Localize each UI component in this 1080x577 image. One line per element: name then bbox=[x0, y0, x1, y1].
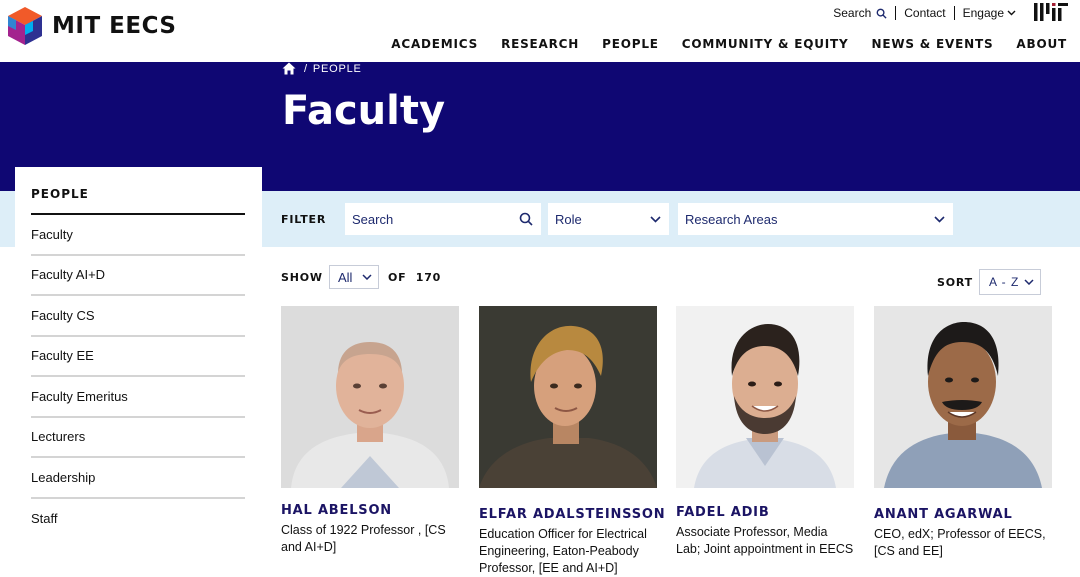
faculty-photo[interactable] bbox=[479, 306, 657, 488]
research-areas-select[interactable]: Research Areas bbox=[678, 203, 953, 235]
sidebar-item-faculty-ai-d[interactable]: Faculty AI+D bbox=[31, 256, 245, 296]
total-count: 170 bbox=[415, 271, 442, 284]
sort-label: SORT bbox=[937, 276, 973, 289]
nav-research[interactable]: RESEARCH bbox=[501, 37, 579, 51]
search-input[interactable]: Search bbox=[345, 203, 541, 235]
home-icon[interactable] bbox=[282, 62, 296, 75]
mit-eecs-logo[interactable]: MIT EECS bbox=[6, 6, 176, 46]
faculty-card: ANANT AGARWAL CEO, edX; Professor of EEC… bbox=[874, 306, 1052, 560]
faculty-title: CEO, edX; Professor of EECS, [CS and EE] bbox=[874, 527, 1046, 558]
breadcrumb-current[interactable]: PEOPLE bbox=[313, 63, 362, 75]
utility-contact-label: Contact bbox=[904, 6, 946, 20]
of-label: OF bbox=[388, 271, 407, 284]
sidebar-item-staff[interactable]: Staff bbox=[31, 499, 245, 540]
utility-engage-label: Engage bbox=[962, 6, 1004, 20]
show-count-select[interactable]: All bbox=[329, 265, 379, 289]
mit-logo-icon bbox=[1034, 2, 1068, 21]
search-icon[interactable] bbox=[519, 212, 533, 226]
chevron-down-icon bbox=[1007, 10, 1016, 16]
sidebar-item-faculty-cs[interactable]: Faculty CS bbox=[31, 296, 245, 337]
mit-logo[interactable] bbox=[1034, 2, 1068, 24]
sidebar-item-faculty-ee[interactable]: Faculty EE bbox=[31, 337, 245, 377]
role-select-label: Role bbox=[555, 211, 582, 227]
faculty-photo[interactable] bbox=[676, 306, 854, 488]
nav-academics[interactable]: ACADEMICS bbox=[391, 37, 478, 51]
utility-contact[interactable]: Contact bbox=[896, 6, 953, 20]
sidebar-item-leadership[interactable]: Leadership bbox=[31, 458, 245, 499]
utility-engage[interactable]: Engage bbox=[955, 6, 1024, 20]
sort-value: A - Z bbox=[989, 275, 1020, 289]
logo-text: MIT EECS bbox=[52, 13, 177, 39]
breadcrumb-separator: / bbox=[304, 62, 308, 75]
faculty-title: Class of 1922 Professor , [CS and AI+D] bbox=[281, 523, 446, 554]
sidebar-item-faculty[interactable]: Faculty bbox=[31, 215, 245, 256]
chevron-down-icon bbox=[650, 215, 661, 223]
faculty-card: ELFAR ADALSTEINSSON Education Officer fo… bbox=[479, 306, 665, 577]
sidebar-heading: PEOPLE bbox=[31, 187, 89, 201]
show-count-value: All bbox=[338, 269, 353, 285]
faculty-photo[interactable] bbox=[281, 306, 459, 488]
chevron-down-icon bbox=[1024, 279, 1034, 285]
nav-news-events[interactable]: NEWS & EVENTS bbox=[872, 37, 994, 51]
utility-search[interactable]: Search bbox=[825, 6, 895, 20]
utility-nav: Search Contact Engage bbox=[825, 2, 1080, 24]
nav-people[interactable]: PEOPLE bbox=[602, 37, 659, 51]
people-sidebar: PEOPLE Faculty Faculty AI+D Faculty CS F… bbox=[15, 167, 262, 577]
utility-search-label: Search bbox=[833, 6, 872, 20]
chevron-down-icon bbox=[934, 215, 945, 223]
search-placeholder: Search bbox=[352, 211, 394, 227]
faculty-name[interactable]: HAL ABELSON bbox=[281, 503, 459, 518]
show-label: SHOW bbox=[281, 271, 323, 284]
research-areas-label: Research Areas bbox=[685, 211, 778, 227]
site-header: MIT EECS Search Contact Engage ACADEMICS… bbox=[0, 0, 1080, 62]
chevron-down-icon bbox=[362, 274, 372, 280]
faculty-card: HAL ABELSON Class of 1922 Professor , [C… bbox=[281, 306, 459, 556]
nav-community-equity[interactable]: COMMUNITY & EQUITY bbox=[682, 37, 849, 51]
faculty-name[interactable]: ELFAR ADALSTEINSSON bbox=[479, 507, 665, 522]
breadcrumb: / PEOPLE bbox=[282, 62, 362, 75]
role-select[interactable]: Role bbox=[548, 203, 669, 235]
sidebar-item-lecturers[interactable]: Lecturers bbox=[31, 418, 245, 458]
faculty-title: Associate Professor, Media Lab; Joint ap… bbox=[676, 525, 854, 556]
faculty-title: Education Officer for Electrical Enginee… bbox=[479, 527, 647, 575]
main-nav: ACADEMICS RESEARCH PEOPLE COMMUNITY & EQ… bbox=[368, 37, 1080, 51]
nav-about[interactable]: ABOUT bbox=[1016, 37, 1067, 51]
faculty-name[interactable]: ANANT AGARWAL bbox=[874, 507, 1052, 522]
filter-label: FILTER bbox=[281, 213, 327, 226]
result-total: OF 170 bbox=[388, 271, 441, 284]
eecs-cube-icon bbox=[8, 7, 42, 45]
faculty-photo[interactable] bbox=[874, 306, 1052, 488]
search-icon bbox=[876, 8, 887, 19]
page-title: Faculty bbox=[282, 88, 446, 134]
faculty-name[interactable]: FADEL ADIB bbox=[676, 505, 854, 520]
sort-select[interactable]: A - Z bbox=[979, 269, 1041, 295]
faculty-card: FADEL ADIB Associate Professor, Media La… bbox=[676, 306, 854, 558]
sidebar-item-faculty-emeritus[interactable]: Faculty Emeritus bbox=[31, 377, 245, 418]
